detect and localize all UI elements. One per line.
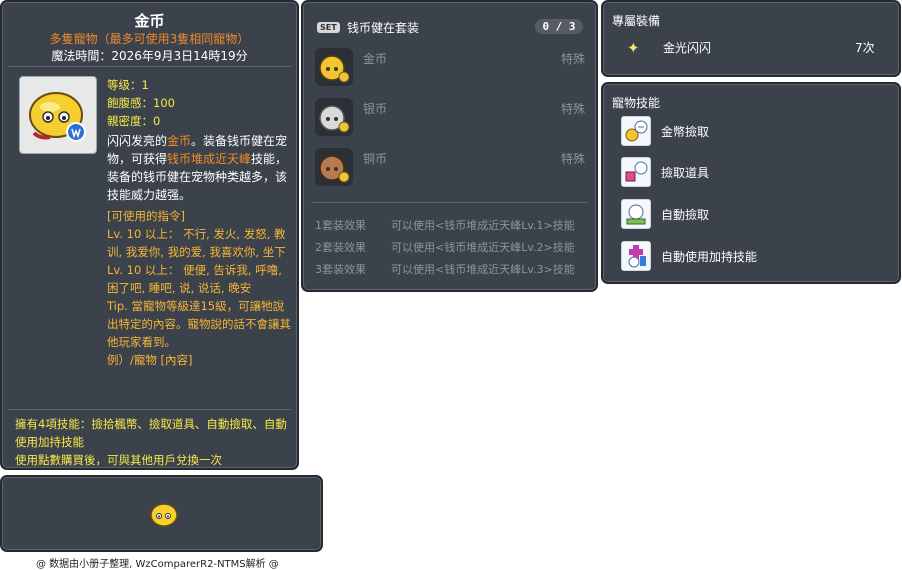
skill-summary: 擁有4項技能：撿拾楓幣、撿取道具、自動撿取、自動使用加持技能 — [15, 417, 287, 449]
set-item-name: 金币 — [363, 52, 388, 66]
divider — [311, 202, 588, 203]
set-item-type: 特殊 — [560, 52, 585, 66]
command-lv10-a: Lv. 10 以上： 不行, 发火, 发怒, 教训, 我爱你, 我的爱, 我喜欢… — [107, 227, 286, 259]
desc-highlight-coin: 金币 — [167, 134, 192, 148]
trade-note: 使用點數購買後，可與其他用戶兌換一次 — [15, 453, 222, 467]
item-footer: 擁有4項技能：撿拾楓幣、撿取道具、自動撿取、自動使用加持技能 使用點數購買後，可… — [15, 415, 295, 469]
stat-closeness: 親密度：0 — [107, 114, 161, 128]
item-tooltip-panel: 金币 多隻寵物（最多可使用3隻相同寵物） 魔法時間：2026年9月3日14時19… — [0, 0, 299, 470]
magic-time: 魔法時間：2026年9月3日14時19分 — [51, 49, 248, 63]
meso-pickup-icon — [621, 116, 651, 146]
command-tip: Tip. 當寵物等級達15級，可讓牠說出特定的內容。寵物說的話不會讓其他玩家看到… — [107, 299, 291, 349]
gold-coin-sprite-icon — [150, 503, 178, 527]
silver-coin-icon — [315, 98, 353, 136]
set-item-name: 银币 — [363, 102, 388, 116]
skill-row: 自動使用加持技能 — [621, 241, 891, 273]
desc-highlight-skill: 钱币堆成近天峰 — [167, 152, 252, 166]
set-effect-label: 3套装效果 — [315, 263, 366, 276]
set-badge: SET — [317, 22, 340, 33]
item-description: 闪闪发亮的金币。装备钱币健在宠物，可获得钱币堆成近天峰技能，装备的钱币健在宠物种… — [107, 132, 293, 204]
equip-header: 專屬裝備 — [612, 14, 661, 28]
equip-count: 7次 — [855, 41, 875, 55]
divider — [8, 409, 291, 410]
item-pickup-icon — [621, 157, 651, 187]
skill-header: 寵物技能 — [612, 96, 661, 110]
set-name: 钱币健在套装 — [347, 21, 420, 35]
gold-coin-icon — [315, 48, 353, 86]
pet-sprite-panel — [0, 475, 323, 552]
skill-name: 撿取道具 — [661, 166, 710, 180]
credit-text: @ 数据由小册子整理, WzComparerR2-NTMS解析 @ — [36, 559, 279, 570]
item-subtitle: 多隻寵物（最多可使用3隻相同寵物） — [49, 32, 250, 46]
divider — [8, 66, 291, 67]
skill-row: 金幣撿取 — [621, 116, 891, 148]
skill-name: 金幣撿取 — [661, 125, 710, 139]
skill-name: 自動使用加持技能 — [661, 250, 758, 264]
gold-coin-pet-icon — [29, 92, 86, 142]
command-list: [可使用的指令] Lv. 10 以上： 不行, 发火, 发怒, 教训, 我爱你,… — [107, 207, 293, 369]
command-example: 例）/寵物 [內容] — [107, 353, 193, 367]
set-effect-text: 可以使用<钱币堆成近天峰Lv.2>技能 — [391, 241, 575, 254]
pet-icon-box — [19, 76, 97, 154]
set-count: 0 / 3 — [535, 19, 583, 34]
set-effect-text: 可以使用<钱币堆成近天峰Lv.3>技能 — [391, 263, 575, 276]
set-item-type: 特殊 — [560, 102, 585, 116]
auto-buff-icon — [621, 241, 651, 271]
pet-skill-panel: 寵物技能 金幣撿取 撿取道具 自動撿取 自動使用加持技能 — [601, 82, 901, 284]
exclusive-equip-panel: 專屬裝備 ✦ 金光闪闪 7次 — [601, 0, 901, 77]
set-effect-label: 2套装效果 — [315, 241, 366, 254]
set-item-type: 特殊 — [560, 152, 585, 166]
copper-coin-icon — [315, 148, 353, 186]
set-effect-text: 可以使用<钱币堆成近天峰Lv.1>技能 — [391, 219, 575, 232]
equip-name: 金光闪闪 — [663, 41, 712, 55]
desc-text: 闪闪发亮的 — [107, 134, 168, 148]
stat-level: 等级：1 — [107, 78, 149, 92]
set-item-name: 铜币 — [363, 152, 388, 166]
command-lv10-b: Lv. 10 以上： 便便, 告诉我, 呼噜, 困了吧, 睡吧, 说, 说话, … — [107, 263, 282, 295]
set-item-row: 银币 特殊 — [315, 98, 585, 138]
skill-row: 撿取道具 — [621, 157, 891, 189]
set-panel: SET 钱币健在套装 0 / 3 金币 特殊 银币 特殊 铜币 特殊 1套装效果… — [301, 0, 598, 292]
set-item-row: 金币 特殊 — [315, 48, 585, 88]
pet-stats: 等级：1 飽腹感：100 親密度：0 — [107, 76, 175, 130]
skill-row: 自動撿取 — [621, 199, 891, 231]
command-header: [可使用的指令] — [107, 209, 185, 223]
skill-name: 自動撿取 — [661, 208, 710, 222]
sparkle-icon: ✦ — [627, 39, 640, 57]
set-effect-label: 1套装效果 — [315, 219, 366, 232]
set-item-row: 铜币 特殊 — [315, 148, 585, 188]
auto-pickup-icon — [621, 199, 651, 229]
stat-fullness: 飽腹感：100 — [107, 96, 175, 110]
item-title: 金币 — [134, 12, 165, 30]
